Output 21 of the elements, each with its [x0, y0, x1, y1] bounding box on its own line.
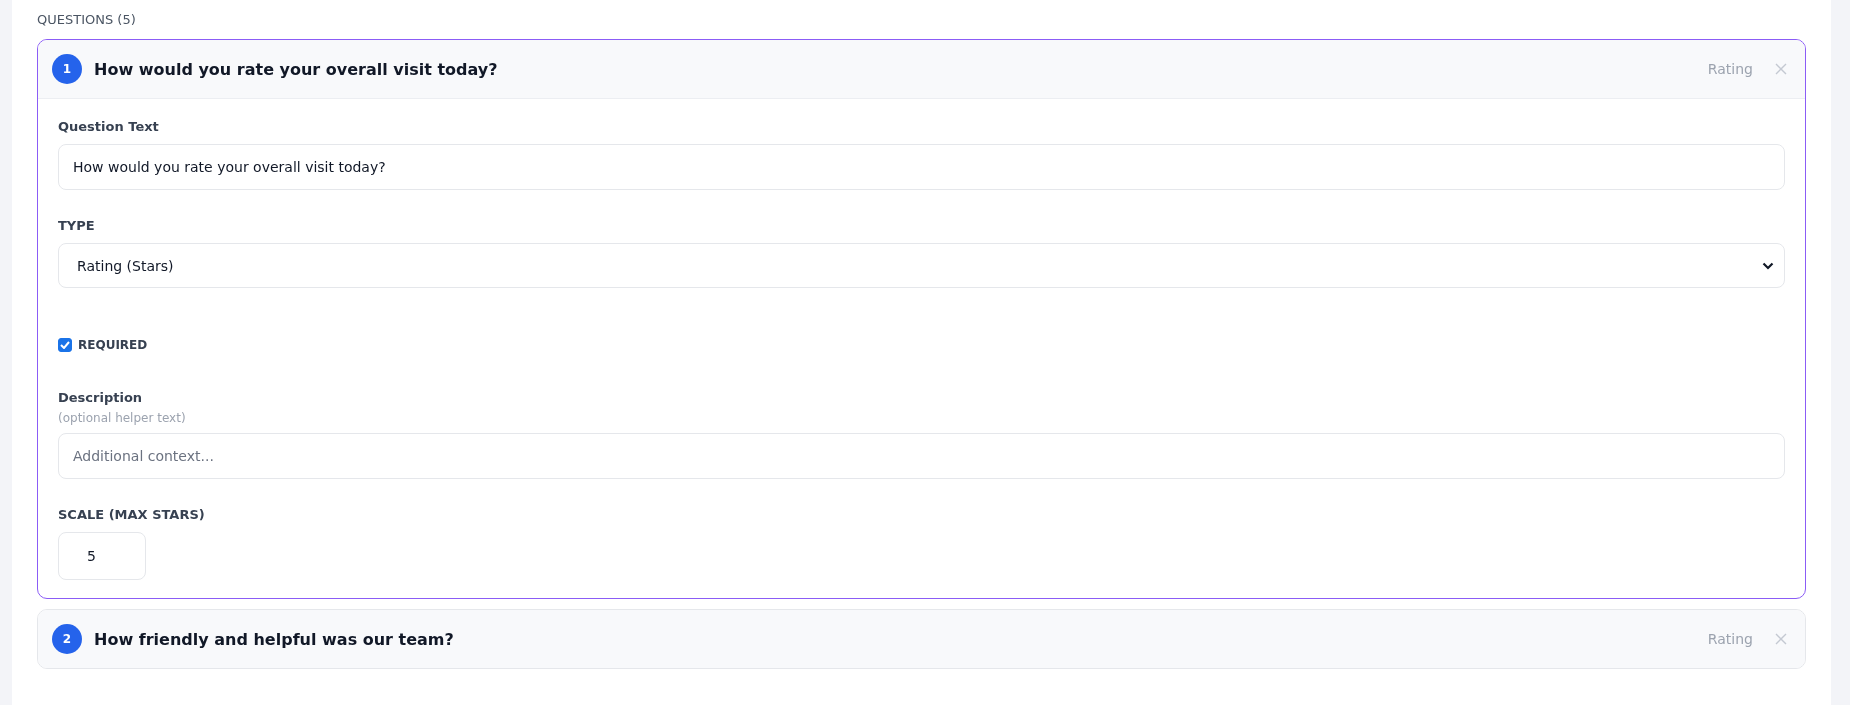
- question-text-input[interactable]: How would you rate your overall visit today?: [58, 144, 1785, 190]
- field-label: TYPE: [58, 218, 96, 233]
- scale-input[interactable]: 5: [58, 532, 146, 580]
- section-title: QUESTIONS (5): [37, 12, 137, 27]
- field-label: Question Text: [58, 119, 160, 134]
- question-type: Rating: [1707, 61, 1753, 77]
- type-dropdown[interactable]: Rating (Stars): [58, 243, 1785, 288]
- required-checkbox[interactable]: [58, 338, 72, 352]
- question-title: How would you rate your overall visit today?: [94, 59, 499, 79]
- question-type: Rating: [1707, 631, 1753, 647]
- chevron-down-icon: [1762, 261, 1774, 270]
- helper-text: (optional helper text): [58, 411, 187, 425]
- question-number: 2: [52, 624, 82, 654]
- checkbox-label: REQUIRED: [78, 338, 148, 352]
- question-header[interactable]: 2 How friendly and helpful was our team? Rating: [38, 610, 1805, 668]
- question-number: 1: [52, 54, 82, 84]
- field-label: Description: [58, 390, 144, 405]
- question-title: How friendly and helpful was our team?: [94, 629, 455, 649]
- field-label: SCALE (MAX STARS): [58, 507, 206, 522]
- question-header[interactable]: 1 How would you rate your overall visit today? Rating: [38, 40, 1805, 99]
- description-input[interactable]: Additional context...: [58, 433, 1785, 479]
